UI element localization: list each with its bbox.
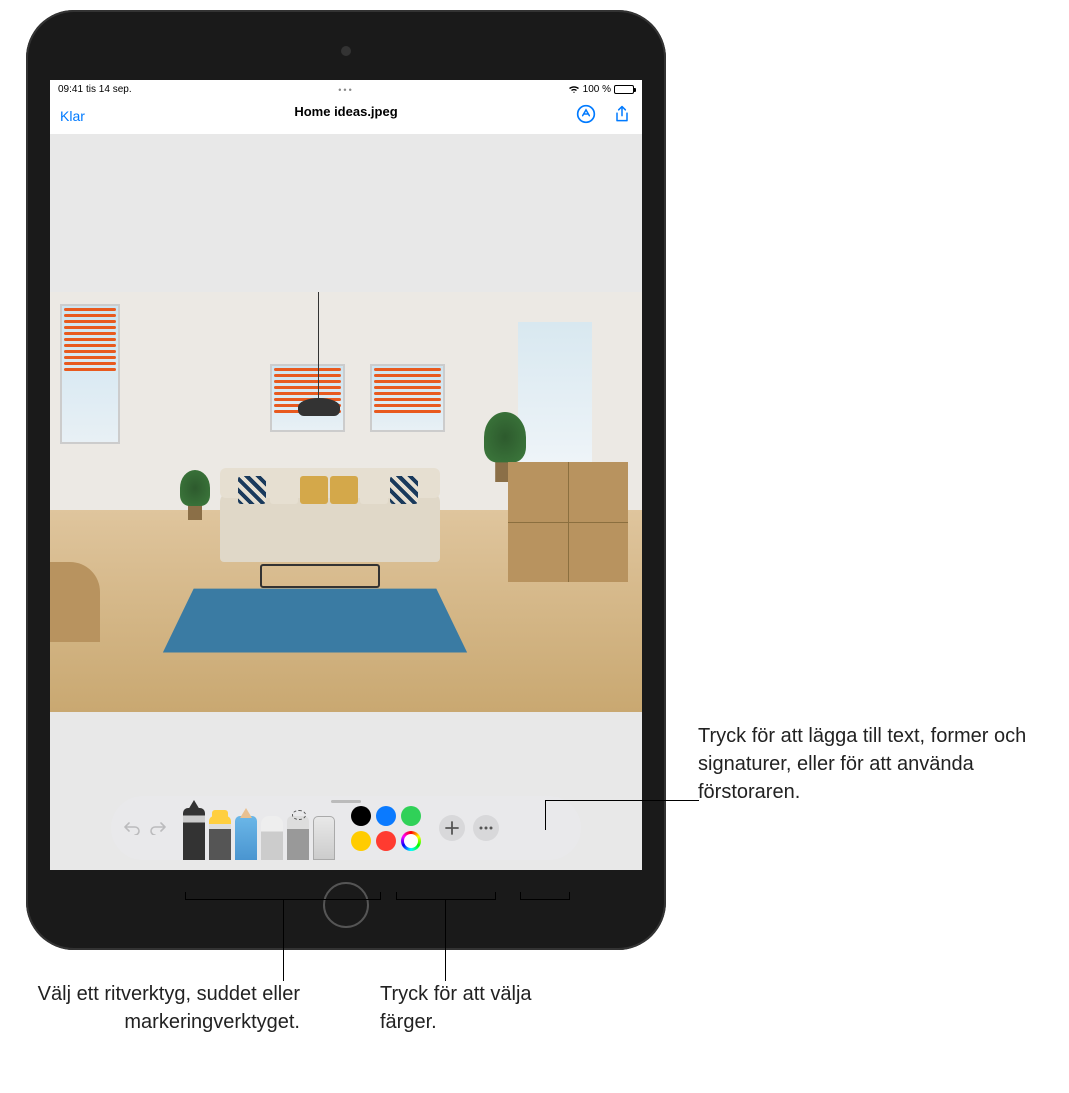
window-2: [270, 364, 345, 432]
lamp-cord: [318, 292, 319, 402]
coffee-table: [260, 564, 380, 588]
armchair: [50, 562, 100, 642]
nav-bar: ••• Klar Home ideas.jpeg: [50, 98, 642, 134]
cabinet: [508, 462, 628, 582]
status-date: tis 14 sep.: [86, 84, 132, 95]
color-black[interactable]: [351, 806, 371, 826]
color-palette: [351, 806, 421, 851]
content-area: [50, 134, 642, 870]
color-red[interactable]: [376, 831, 396, 851]
ruler-tool[interactable]: [313, 816, 335, 860]
done-button[interactable]: Klar: [60, 108, 85, 124]
window-3: [370, 364, 445, 432]
markup-toolbar: [111, 796, 581, 860]
callout-tools: Välj ett ritverktyg, suddet eller marker…: [10, 980, 300, 1036]
window-1: [60, 304, 120, 444]
callout-line: [545, 800, 699, 801]
color-green[interactable]: [401, 806, 421, 826]
callout-line: [445, 899, 446, 981]
callout-colors: Tryck för att välja färger.: [380, 980, 550, 1036]
couch: [220, 492, 440, 562]
lasso-tool[interactable]: [287, 816, 309, 860]
callout-add: Tryck för att lägga till text, former oc…: [698, 722, 1038, 806]
undo-button[interactable]: [121, 817, 143, 839]
screen: 09:41 tis 14 sep. 100 % ••• Klar Home id…: [50, 80, 642, 870]
ipad-device-frame: 09:41 tis 14 sep. 100 % ••• Klar Home id…: [26, 10, 666, 950]
plant-small: [180, 470, 210, 520]
callout-bracket: [185, 892, 381, 900]
rug: [163, 589, 467, 653]
share-icon[interactable]: [612, 104, 632, 129]
status-battery-pct: 100 %: [583, 84, 611, 95]
markup-blind-1: [64, 308, 116, 374]
file-title: Home ideas.jpeg: [294, 104, 397, 119]
callout-line: [545, 800, 546, 830]
callout-bracket: [396, 892, 496, 900]
battery-icon: [614, 85, 634, 94]
status-time: 09:41: [58, 84, 83, 95]
wifi-icon: [568, 85, 580, 94]
color-yellow[interactable]: [351, 831, 371, 851]
photo-canvas[interactable]: [50, 292, 642, 712]
toolbar-handle[interactable]: [331, 800, 361, 803]
drawing-tools: [183, 796, 335, 860]
home-button[interactable]: [323, 882, 369, 928]
more-button[interactable]: [473, 815, 499, 841]
callout-bracket: [520, 892, 570, 900]
redo-button[interactable]: [147, 817, 169, 839]
pencil-tool[interactable]: [235, 816, 257, 860]
markup-blind-3: [374, 368, 441, 416]
page-dots: •••: [338, 85, 353, 95]
color-picker[interactable]: [401, 831, 421, 851]
camera-dot: [341, 46, 351, 56]
marker-tool[interactable]: [209, 816, 231, 860]
add-button[interactable]: [439, 815, 465, 841]
eraser-tool[interactable]: [261, 816, 283, 860]
pen-tool[interactable]: [183, 808, 205, 860]
markup-icon[interactable]: [576, 104, 596, 129]
color-blue[interactable]: [376, 806, 396, 826]
callout-line: [283, 899, 284, 981]
lamp-shade: [298, 398, 340, 416]
window-4: [518, 322, 592, 462]
